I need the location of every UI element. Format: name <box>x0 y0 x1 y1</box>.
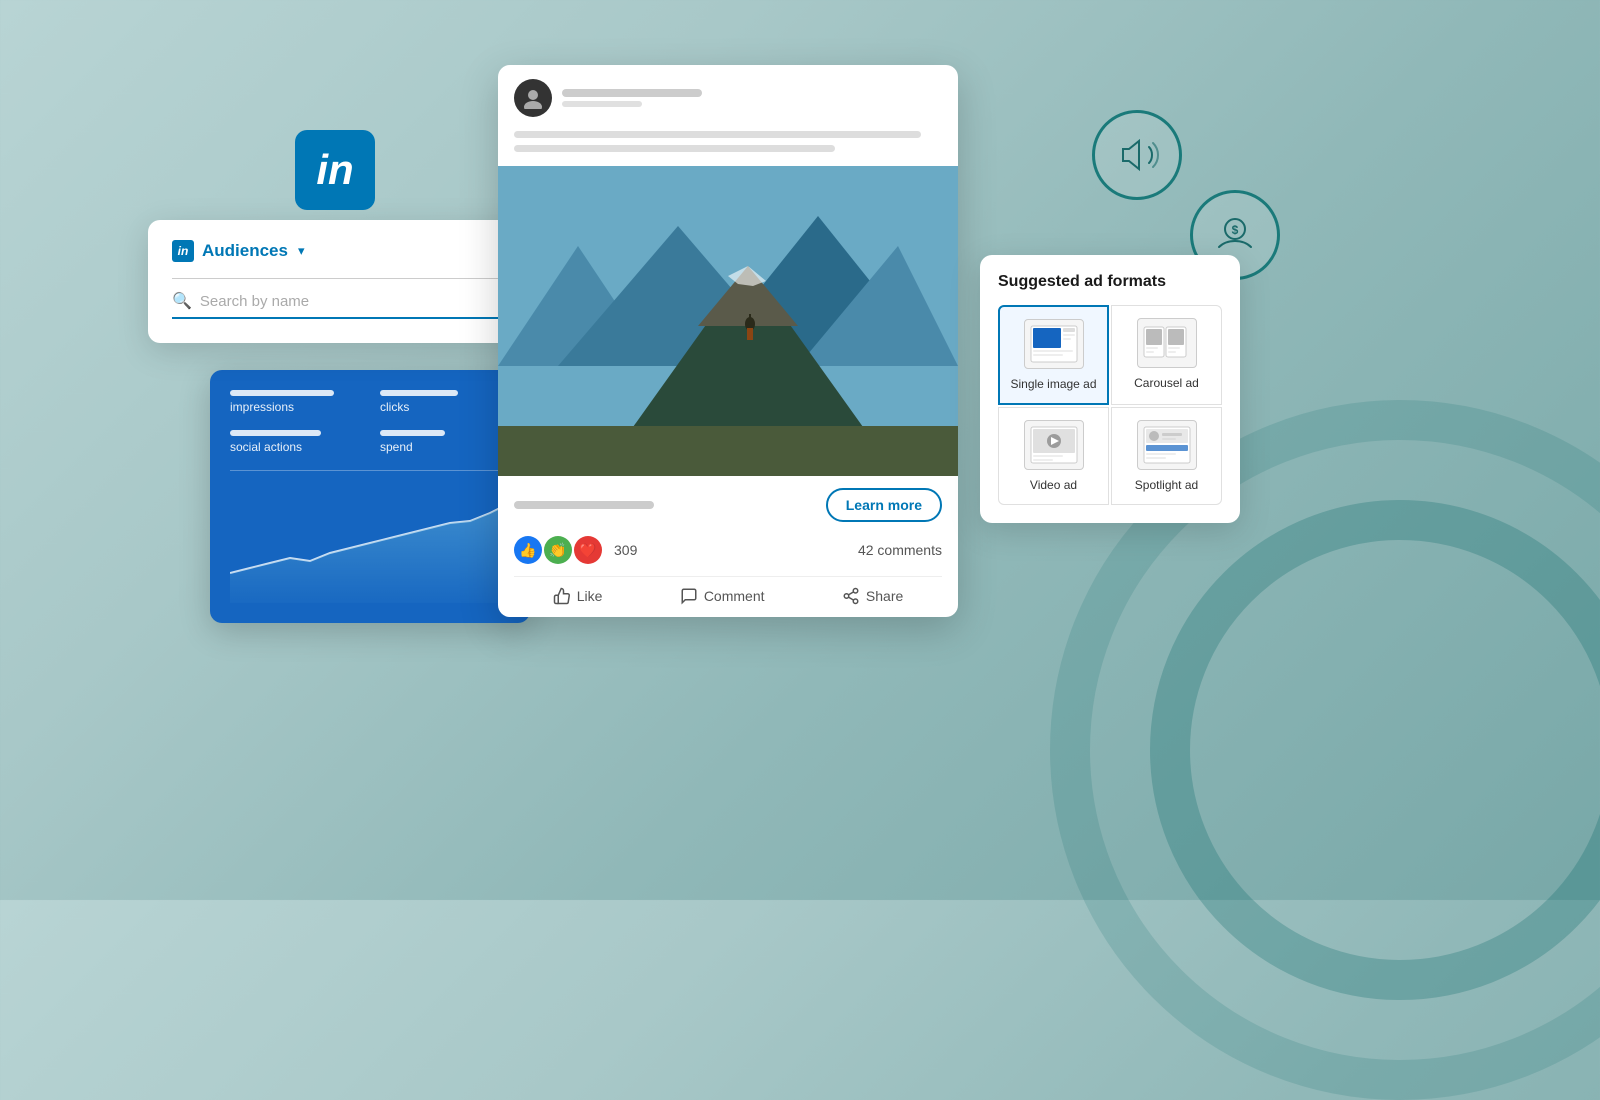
post-avatar <box>514 79 552 117</box>
megaphone-circle <box>1092 110 1182 200</box>
single-image-ad-label: Single image ad <box>1010 377 1096 391</box>
video-ad-icon <box>1024 420 1084 470</box>
svg-text:$: $ <box>1232 223 1239 237</box>
share-button[interactable]: Share <box>842 587 903 605</box>
stats-panel: impressions clicks social actions spend <box>210 370 530 623</box>
spend-bar <box>380 430 445 436</box>
ad-formats-title: Suggested ad formats <box>998 273 1222 291</box>
post-header <box>498 65 958 131</box>
single-image-ad-item[interactable]: Single image ad <box>998 305 1109 405</box>
search-input[interactable]: Search by name <box>200 293 309 310</box>
stats-grid: impressions clicks social actions spend <box>230 390 510 454</box>
stat-clicks: clicks <box>380 390 510 414</box>
megaphone-icon <box>1115 133 1159 177</box>
search-icon: 🔍 <box>172 291 192 311</box>
post-text-bar1 <box>514 131 921 138</box>
stat-spend: spend <box>380 430 510 454</box>
stat-impressions: impressions <box>230 390 360 414</box>
video-ad-label: Video ad <box>1030 478 1077 492</box>
spotlight-ad-item[interactable]: Spotlight ad <box>1111 407 1222 505</box>
mountain-svg <box>498 166 958 476</box>
reaction-count: 309 <box>614 542 637 558</box>
post-text-bar2 <box>514 145 835 152</box>
money-icon: $ <box>1213 213 1257 257</box>
linkedin-small-icon: in <box>172 240 194 262</box>
post-image <box>498 166 958 476</box>
audiences-title: Audiences <box>202 241 288 261</box>
social-actions-label: social actions <box>230 440 360 454</box>
post-footer: Learn more 👍 👏 ❤️ 309 42 comments Like C… <box>498 476 958 617</box>
ad-formats-grid: Single image ad Carousel ad <box>998 305 1222 505</box>
post-actions: Like Comment Share <box>514 576 942 605</box>
chart-svg <box>230 483 510 603</box>
carousel-ad-item[interactable]: Carousel ad <box>1111 305 1222 405</box>
linkedin-logo: in <box>295 130 375 210</box>
post-sub-bar <box>562 101 642 107</box>
chart-area <box>230 483 510 603</box>
video-ad-item[interactable]: Video ad <box>998 407 1109 505</box>
comment-icon <box>680 587 698 605</box>
ad-formats-panel: Suggested ad formats Single image ad <box>980 255 1240 523</box>
like-button[interactable]: Like <box>553 587 603 605</box>
post-reactions: 👍 👏 ❤️ 309 42 comments <box>514 536 942 564</box>
impressions-bar <box>230 390 334 396</box>
share-icon <box>842 587 860 605</box>
clicks-bar <box>380 390 458 396</box>
post-text-lines <box>498 131 958 166</box>
audiences-dropdown-icon[interactable]: ▾ <box>298 243 305 259</box>
spotlight-ad-label: Spotlight ad <box>1135 478 1198 492</box>
post-name-bar <box>562 89 702 97</box>
stats-divider <box>230 470 510 471</box>
search-row[interactable]: 🔍 Search by name <box>172 291 514 319</box>
reaction-like-icon: 👍 <box>514 536 542 564</box>
comment-button[interactable]: Comment <box>680 587 765 605</box>
linkedin-logo-text: in <box>316 146 353 194</box>
learn-more-button[interactable]: Learn more <box>826 488 942 522</box>
post-bar-row: Learn more <box>514 488 942 522</box>
bg-arc-1 <box>1150 500 1600 1000</box>
reaction-clap-icon: 👏 <box>544 536 572 564</box>
carousel-ad-label: Carousel ad <box>1134 376 1199 390</box>
stat-social-actions: social actions <box>230 430 360 454</box>
post-card: Learn more 👍 👏 ❤️ 309 42 comments Like C… <box>498 65 958 617</box>
comments-count: 42 comments <box>858 542 942 558</box>
post-user-info <box>562 89 702 107</box>
impressions-label: impressions <box>230 400 360 414</box>
post-progress-bar <box>514 501 654 509</box>
audiences-header: in Audiences ▾ <box>172 240 514 262</box>
carousel-ad-icon <box>1137 318 1197 368</box>
single-image-ad-icon <box>1024 319 1084 369</box>
audiences-panel: in Audiences ▾ 🔍 Search by name <box>148 220 538 343</box>
spotlight-ad-icon <box>1137 420 1197 470</box>
clicks-label: clicks <box>380 400 510 414</box>
spend-label: spend <box>380 440 510 454</box>
reaction-heart-icon: ❤️ <box>574 536 602 564</box>
audiences-divider <box>172 278 514 279</box>
avatar-icon <box>522 87 544 109</box>
like-icon <box>553 587 571 605</box>
social-actions-bar <box>230 430 321 436</box>
